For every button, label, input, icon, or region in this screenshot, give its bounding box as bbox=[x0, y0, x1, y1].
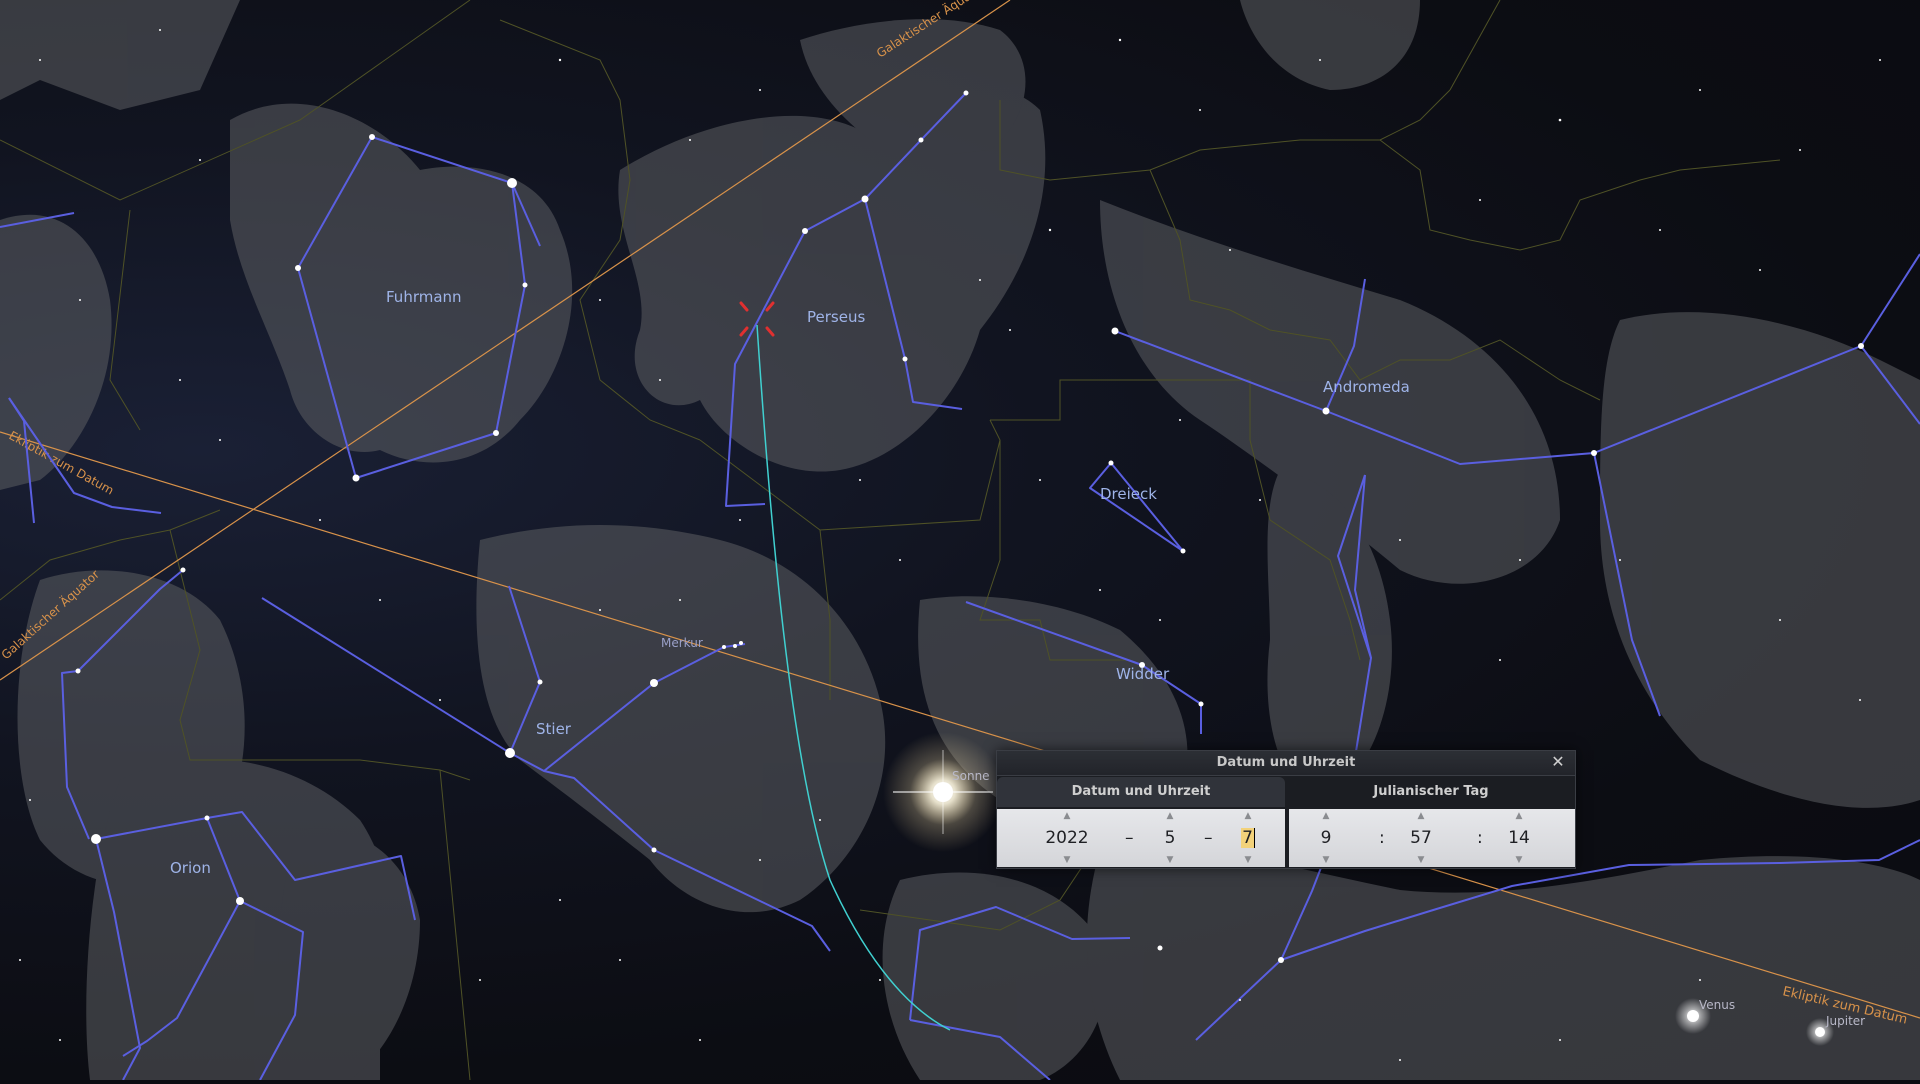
hour-value[interactable]: 9 bbox=[1311, 828, 1341, 848]
label-orion[interactable]: Orion bbox=[170, 859, 211, 877]
close-icon[interactable]: ✕ bbox=[1549, 753, 1567, 771]
day-value-text[interactable]: 7 bbox=[1241, 828, 1255, 848]
second-up-arrow-icon[interactable]: ▲ bbox=[1501, 811, 1537, 821]
dialog-titlebar[interactable]: Datum und Uhrzeit ✕ bbox=[997, 751, 1575, 776]
label-merkur[interactable]: Merkur bbox=[661, 636, 703, 650]
label-widder[interactable]: Widder bbox=[1116, 665, 1170, 683]
year-spinbox[interactable]: ▲ 2022 ▼ bbox=[1035, 809, 1099, 867]
day-value[interactable]: 7 bbox=[1233, 828, 1263, 848]
year-down-arrow-icon[interactable]: ▼ bbox=[1035, 855, 1099, 865]
minute-down-arrow-icon[interactable]: ▼ bbox=[1403, 855, 1439, 865]
day-up-arrow-icon[interactable]: ▲ bbox=[1233, 811, 1263, 821]
hour-down-arrow-icon[interactable]: ▼ bbox=[1311, 855, 1341, 865]
tab-date-time[interactable]: Datum und Uhrzeit bbox=[997, 777, 1285, 807]
label-jupiter[interactable]: Jupiter bbox=[1825, 1014, 1865, 1028]
label-perseus[interactable]: Perseus bbox=[807, 308, 865, 326]
tab-julian-day[interactable]: Julianischer Tag bbox=[1289, 777, 1573, 807]
label-sonne[interactable]: Sonne bbox=[952, 769, 990, 783]
sun[interactable] bbox=[883, 732, 1003, 852]
year-up-arrow-icon[interactable]: ▲ bbox=[1035, 811, 1099, 821]
dialog-title: Datum und Uhrzeit bbox=[1216, 755, 1356, 770]
minute-value[interactable]: 57 bbox=[1403, 828, 1439, 848]
month-down-arrow-icon[interactable]: ▼ bbox=[1155, 855, 1185, 865]
month-value[interactable]: 5 bbox=[1155, 828, 1185, 848]
day-spinbox[interactable]: ▲ 7 ▼ bbox=[1233, 809, 1263, 867]
second-value[interactable]: 14 bbox=[1501, 828, 1537, 848]
time-separator: : bbox=[1477, 828, 1483, 848]
date-separator: – bbox=[1204, 828, 1213, 848]
second-spinbox[interactable]: ▲ 14 ▼ bbox=[1501, 809, 1537, 867]
label-andromeda[interactable]: Andromeda bbox=[1323, 378, 1410, 396]
hour-up-arrow-icon[interactable]: ▲ bbox=[1311, 811, 1341, 821]
time-panel: ▲ 9 ▼ : ▲ 57 ▼ : ▲ 14 ▼ bbox=[1289, 809, 1575, 867]
label-venus[interactable]: Venus bbox=[1699, 998, 1735, 1012]
minute-up-arrow-icon[interactable]: ▲ bbox=[1403, 811, 1439, 821]
second-down-arrow-icon[interactable]: ▼ bbox=[1501, 855, 1537, 865]
label-stier[interactable]: Stier bbox=[536, 720, 572, 738]
month-spinbox[interactable]: ▲ 5 ▼ bbox=[1155, 809, 1185, 867]
sky-chart[interactable]: Galaktischer Äquator Galaktischer Äquato… bbox=[0, 0, 1920, 1081]
day-down-arrow-icon[interactable]: ▼ bbox=[1233, 855, 1263, 865]
time-separator: : bbox=[1379, 828, 1385, 848]
date-panel: ▲ 2022 ▼ – ▲ 5 ▼ – ▲ 7 ▼ bbox=[997, 809, 1285, 867]
month-up-arrow-icon[interactable]: ▲ bbox=[1155, 811, 1185, 821]
label-fuhrmann[interactable]: Fuhrmann bbox=[386, 288, 462, 306]
label-dreieck[interactable]: Dreieck bbox=[1100, 485, 1157, 503]
sky-view[interactable]: Galaktischer Äquator Galaktischer Äquato… bbox=[0, 0, 1920, 1081]
minute-spinbox[interactable]: ▲ 57 ▼ bbox=[1403, 809, 1439, 867]
date-time-dialog[interactable]: Datum und Uhrzeit ✕ Datum und Uhrzeit Ju… bbox=[996, 750, 1576, 869]
hour-spinbox[interactable]: ▲ 9 ▼ bbox=[1311, 809, 1341, 867]
date-separator: – bbox=[1125, 828, 1134, 848]
year-value[interactable]: 2022 bbox=[1035, 828, 1099, 848]
